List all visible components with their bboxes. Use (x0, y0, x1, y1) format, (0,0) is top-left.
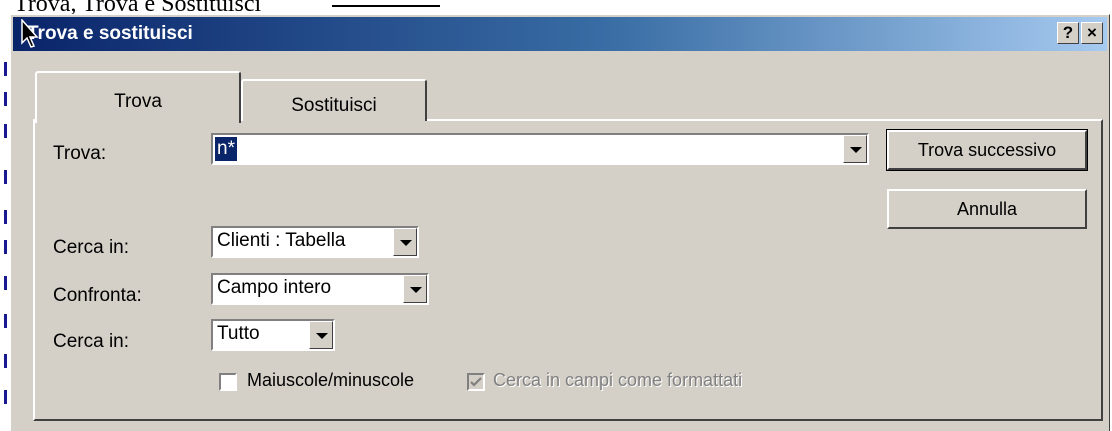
top-caption-strip: Trova, Trova e Sostituisci (0, 0, 1112, 14)
find-input-value[interactable]: n* (215, 137, 237, 161)
background-text-mark (4, 62, 7, 76)
help-button[interactable]: ? (1057, 22, 1079, 44)
find-combobox[interactable]: n* (211, 133, 869, 165)
tab-trova-label: Trova (114, 91, 162, 112)
chevron-down-icon (400, 240, 412, 246)
background-text-mark (4, 354, 7, 368)
cancel-button[interactable]: Annulla (887, 189, 1087, 229)
tab-sostituisci-label: Sostituisci (291, 95, 377, 116)
background-text-mark (4, 92, 7, 106)
search-formatted-label[interactable]: Cerca in campi come formattati (493, 370, 742, 391)
find-dropdown-button[interactable] (843, 135, 867, 163)
search-combobox[interactable]: Tutto (211, 319, 335, 351)
match-case-label[interactable]: Maiuscole/minuscole (247, 370, 414, 391)
match-dropdown-button[interactable] (403, 275, 427, 303)
tab-sostituisci[interactable]: Sostituisci (241, 79, 427, 121)
background-text-mark (4, 210, 7, 224)
tab-trova[interactable]: Trova (35, 71, 241, 123)
search-formatted-checkbox[interactable] (467, 373, 485, 391)
caption-underline (332, 0, 440, 7)
chevron-down-icon (410, 287, 422, 293)
search-dropdown-button[interactable] (309, 321, 333, 349)
find-next-button[interactable]: Trova successivo (886, 129, 1088, 171)
dialog-title: Trova e sostituisci (27, 23, 193, 44)
page-caption: Trova, Trova e Sostituisci (14, 0, 262, 14)
match-case-checkbox[interactable] (219, 373, 237, 391)
look-in-dropdown-button[interactable] (393, 228, 417, 256)
look-in-value: Clienti : Tabella (217, 230, 346, 251)
background-text-mark (4, 390, 7, 404)
match-combobox[interactable]: Campo intero (211, 273, 429, 305)
chevron-down-icon (316, 333, 328, 339)
title-bar[interactable]: Trova e sostituisci ? × (13, 17, 1107, 51)
background-text-mark (4, 170, 7, 184)
checkmark-icon (470, 377, 482, 387)
search-value: Tutto (217, 323, 260, 344)
chevron-down-icon (850, 147, 862, 153)
look-in-combobox[interactable]: Clienti : Tabella (211, 226, 419, 258)
background-text-mark (4, 276, 7, 290)
background-text-mark (4, 124, 7, 138)
background-text-mark (4, 314, 7, 328)
mouse-cursor-icon (21, 19, 39, 48)
close-button[interactable]: × (1081, 22, 1103, 44)
match-value: Campo intero (217, 277, 332, 298)
find-replace-dialog: Trova e sostituisci ? × Trova Sostituisc… (10, 14, 1110, 431)
background-text-mark (4, 240, 7, 254)
